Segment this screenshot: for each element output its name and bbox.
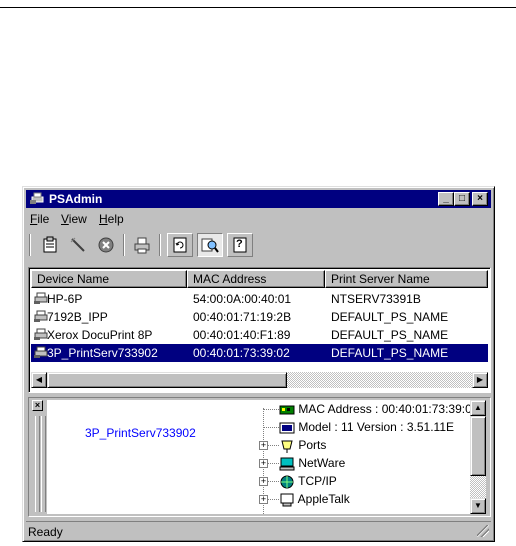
device-name-cell: 3P_PrintServ733902 bbox=[47, 346, 158, 360]
status-text: Ready bbox=[28, 525, 63, 539]
status-bar: Ready bbox=[26, 521, 491, 539]
detail-pane: × 3P_PrintServ733902 MAC Address : 00:40… bbox=[28, 397, 491, 517]
vertical-scrollbar[interactable]: ▲ ▼ bbox=[470, 400, 486, 514]
toolbar: ? bbox=[29, 231, 489, 261]
properties-icon bbox=[43, 236, 57, 253]
tcpip-icon bbox=[280, 475, 294, 489]
print-server-cell: DEFAULT_PS_NAME bbox=[331, 310, 449, 324]
minimize-button[interactable]: _ bbox=[438, 192, 454, 206]
maximize-button[interactable]: □ bbox=[454, 192, 470, 206]
printer-app-icon bbox=[29, 191, 45, 208]
selected-server-name: 3P_PrintServ733902 bbox=[85, 426, 196, 440]
device-name-cell: HP-6P bbox=[47, 292, 83, 306]
toolbar-grip bbox=[29, 234, 31, 256]
refresh-button[interactable] bbox=[167, 233, 193, 257]
scroll-left-button[interactable]: ◀ bbox=[31, 372, 47, 388]
delete-button[interactable] bbox=[93, 233, 119, 257]
search-button[interactable] bbox=[197, 233, 223, 257]
toolbar-separator bbox=[159, 234, 161, 256]
scroll-thumb[interactable] bbox=[47, 372, 287, 388]
tree-item-label: Ports bbox=[298, 438, 327, 452]
menu-file[interactable]: File bbox=[30, 212, 49, 226]
horizontal-scrollbar[interactable]: ◀ ▶ bbox=[31, 372, 488, 388]
table-row[interactable]: Xerox DocuPrint 8P 00:40:01:40:F1:89 DEF… bbox=[31, 326, 488, 344]
mac-address-cell: 00:40:01:40:F1:89 bbox=[193, 328, 291, 342]
printer-setup-button[interactable] bbox=[129, 233, 155, 257]
tree-item-ports[interactable]: Ports bbox=[279, 438, 326, 453]
scroll-thumb[interactable] bbox=[470, 416, 486, 476]
device-name-cell: 7192B_IPP bbox=[47, 310, 108, 324]
help-icon-glyph: ? bbox=[236, 238, 243, 250]
page-top-rule bbox=[0, 7, 516, 8]
delete-icon bbox=[98, 237, 114, 253]
netware-icon bbox=[279, 457, 295, 471]
expand-netware-button[interactable]: + bbox=[259, 459, 268, 468]
device-list[interactable]: Device Name MAC Address Print Server Nam… bbox=[28, 267, 491, 393]
window-title: PSAdmin bbox=[49, 192, 103, 206]
print-server-cell: DEFAULT_PS_NAME bbox=[331, 346, 449, 360]
print-server-cell: DEFAULT_PS_NAME bbox=[331, 328, 449, 342]
table-row-selected[interactable]: 3P_PrintServ733902 00:40:01:73:39:02 DEF… bbox=[31, 344, 488, 362]
tree-item-appletalk[interactable]: AppleTalk bbox=[279, 492, 350, 507]
pane-grip bbox=[35, 416, 40, 512]
table-row[interactable]: HP-6P 54:00:0A:00:40:01 NTSERV73391B bbox=[31, 290, 488, 308]
column-device-name[interactable]: Device Name bbox=[31, 270, 187, 288]
device-name-cell: Xerox DocuPrint 8P bbox=[47, 328, 153, 342]
close-button[interactable]: × bbox=[472, 192, 488, 206]
tree-item-tcpip[interactable]: TCP/IP bbox=[279, 474, 337, 489]
resize-grip[interactable] bbox=[477, 525, 489, 537]
pane-grip bbox=[41, 416, 46, 512]
menu-bar: File View Help bbox=[26, 210, 491, 228]
help-button[interactable]: ? bbox=[227, 233, 253, 257]
expand-appletalk-button[interactable]: + bbox=[259, 495, 268, 504]
menu-view[interactable]: View bbox=[61, 212, 87, 226]
appletalk-icon bbox=[280, 493, 294, 507]
model-icon bbox=[279, 422, 295, 434]
column-print-server-name[interactable]: Print Server Name bbox=[325, 270, 488, 288]
search-icon bbox=[201, 238, 219, 253]
mac-address-cell: 00:40:01:71:19:2B bbox=[193, 310, 292, 324]
tree-item-label: NetWare bbox=[298, 456, 346, 470]
tree-item-netware[interactable]: NetWare bbox=[279, 456, 345, 471]
tree-connector bbox=[263, 409, 279, 410]
properties-button[interactable] bbox=[37, 233, 63, 257]
print-server-cell: NTSERV73391B bbox=[331, 292, 421, 306]
tree-connector bbox=[263, 427, 279, 428]
tree-item-label: MAC Address : 00:40:01:73:39:02 bbox=[298, 402, 479, 416]
refresh-icon bbox=[173, 237, 187, 253]
mac-address-cell: 00:40:01:73:39:02 bbox=[193, 346, 290, 360]
detail-close-button[interactable]: × bbox=[32, 400, 43, 411]
expand-ports-button[interactable]: + bbox=[259, 441, 268, 450]
wizard-button[interactable] bbox=[65, 233, 91, 257]
network-card-icon bbox=[279, 405, 295, 415]
psadmin-window: PSAdmin _ □ × File View Help ? Device Na… bbox=[22, 186, 495, 542]
tree-item-label: TCP/IP bbox=[298, 474, 337, 488]
menu-help[interactable]: Help bbox=[99, 212, 124, 226]
printer-setup-icon bbox=[134, 237, 150, 254]
ports-icon bbox=[281, 440, 293, 453]
scroll-up-button[interactable]: ▲ bbox=[470, 400, 486, 416]
column-mac-address[interactable]: MAC Address bbox=[187, 270, 325, 288]
expand-tcpip-button[interactable]: + bbox=[259, 477, 268, 486]
title-bar[interactable]: PSAdmin _ □ × bbox=[26, 190, 491, 208]
table-row[interactable]: 7192B_IPP 00:40:01:71:19:2B DEFAULT_PS_N… bbox=[31, 308, 488, 326]
detail-content: 3P_PrintServ733902 MAC Address : 00:40:0… bbox=[47, 400, 486, 514]
tree-item-model[interactable]: Model : 11 Version : 3.51.11E bbox=[279, 420, 454, 435]
tree-item-mac[interactable]: MAC Address : 00:40:01:73:39:02 bbox=[279, 402, 478, 417]
mac-address-cell: 54:00:0A:00:40:01 bbox=[193, 292, 292, 306]
tree-item-label: Model : 11 Version : 3.51.11E bbox=[298, 420, 454, 434]
scroll-down-button[interactable]: ▼ bbox=[470, 498, 486, 514]
scroll-right-button[interactable]: ▶ bbox=[472, 372, 488, 388]
wand-icon bbox=[70, 237, 85, 252]
tree-item-label: AppleTalk bbox=[297, 492, 350, 506]
toolbar-separator bbox=[123, 234, 125, 256]
